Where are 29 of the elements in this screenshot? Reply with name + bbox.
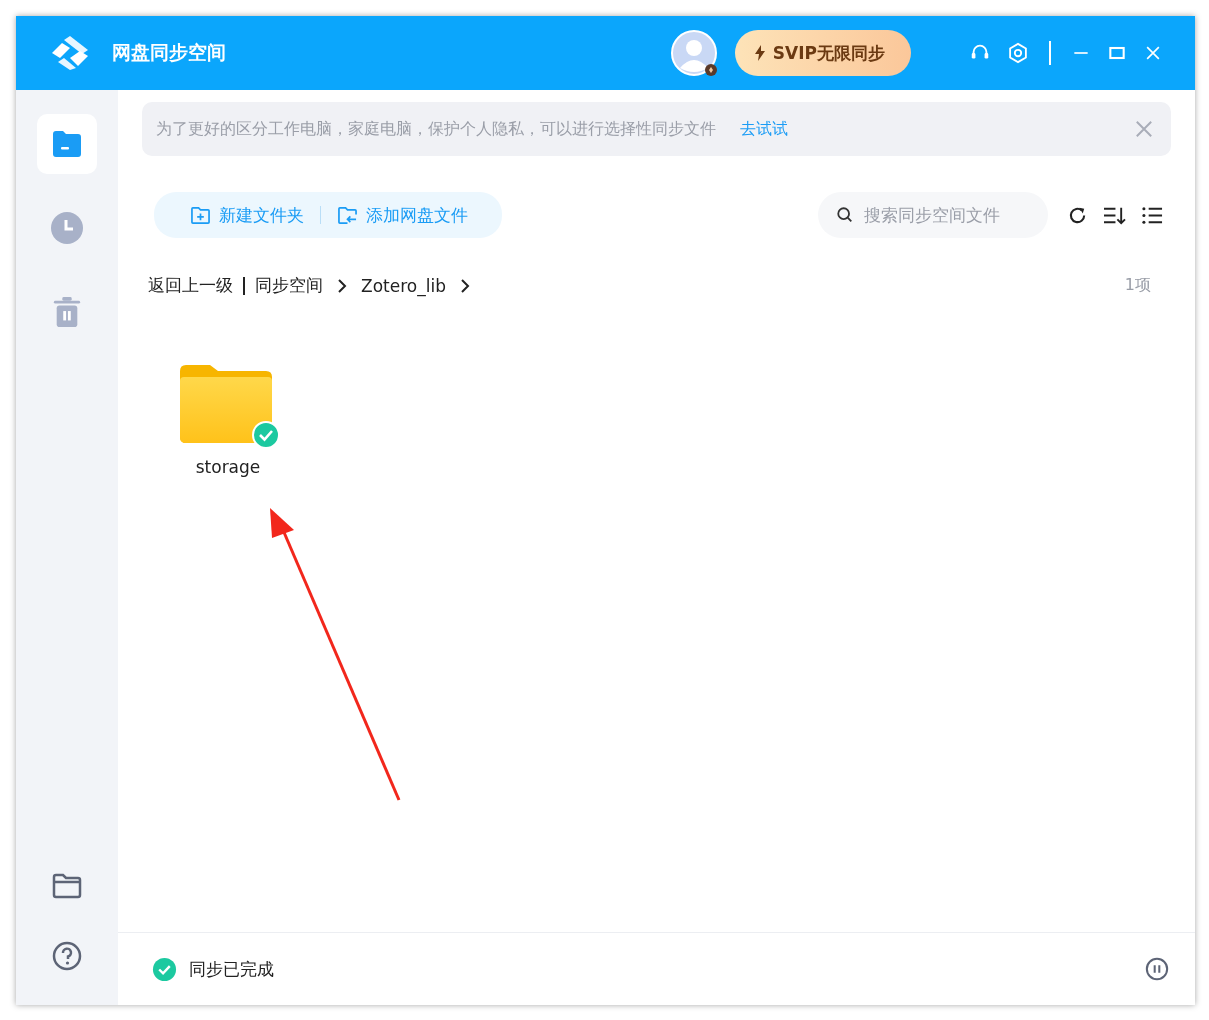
folder-icon — [180, 365, 272, 443]
window-title: 网盘同步空间 — [112, 40, 226, 65]
trash-icon — [52, 296, 82, 328]
check-circle-icon — [152, 956, 177, 982]
folder-tab[interactable] — [37, 114, 97, 174]
folder-item[interactable]: storage — [180, 365, 276, 477]
breadcrumb-item[interactable]: Zotero_lib — [361, 275, 446, 296]
chevron-right-icon — [459, 278, 470, 293]
breadcrumb-item[interactable]: 同步空间 — [255, 274, 323, 297]
folder-icon[interactable] — [52, 873, 82, 899]
folder-icon — [51, 130, 83, 158]
folder-import-icon — [337, 205, 358, 225]
lightning-icon — [754, 45, 765, 61]
clock-icon — [51, 212, 83, 244]
search-field[interactable]: 搜索同步空间文件 — [818, 192, 1048, 238]
list-view-icon[interactable] — [1141, 204, 1164, 226]
vip-badge-icon — [704, 64, 717, 76]
tip-text: 为了更好的区分工作电脑，家庭电脑，保护个人隐私，可以进行选择性同步文件 — [156, 118, 716, 140]
sync-status: 同步已完成 — [189, 957, 274, 981]
item-count: 1项 — [1124, 275, 1151, 296]
chevron-right-icon — [337, 278, 347, 293]
settings-icon[interactable] — [1007, 42, 1029, 64]
back-link[interactable]: 返回上一级 — [148, 274, 233, 297]
help-icon[interactable] — [52, 941, 82, 971]
folder-plus-icon — [190, 205, 211, 225]
svip-button[interactable]: SVIP无限同步 — [734, 30, 911, 76]
close-icon[interactable] — [1135, 120, 1153, 138]
pause-icon[interactable] — [1145, 957, 1169, 981]
user-avatar[interactable] — [670, 30, 717, 76]
